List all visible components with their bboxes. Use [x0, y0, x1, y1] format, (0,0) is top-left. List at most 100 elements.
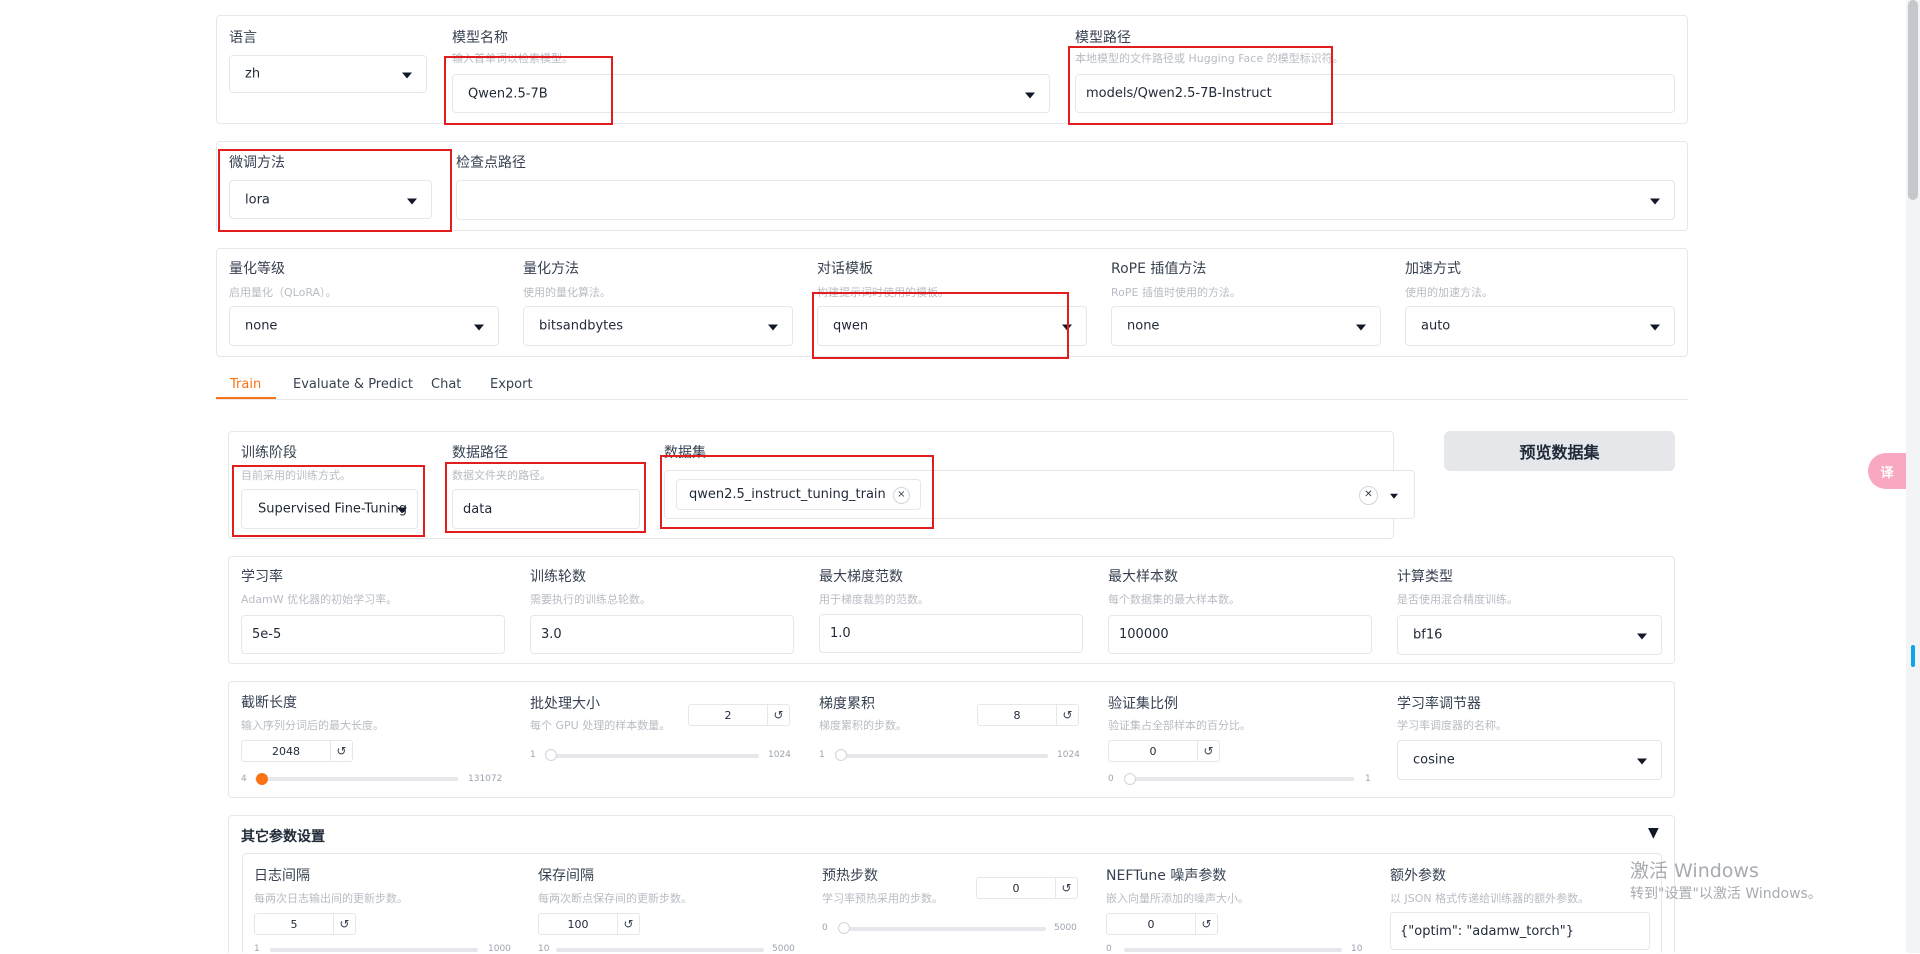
preview-dataset-button[interactable]: 预览数据集: [1444, 431, 1675, 471]
neftune-number-input[interactable]: 0: [1106, 913, 1196, 935]
stage-label: 训练阶段: [241, 445, 297, 461]
translate-float-button[interactable]: 译: [1868, 453, 1906, 489]
other-params-title[interactable]: 其它参数设置: [241, 826, 325, 846]
save-steps-number-input[interactable]: 100: [538, 913, 618, 935]
extra-args-hint: 以 JSON 格式传递给训练器的额外参数。: [1390, 892, 1590, 905]
model-path-label: 模型路径: [1075, 30, 1131, 46]
activation-watermark-title: 激活 Windows: [1630, 860, 1759, 882]
template-label: 对话模板: [817, 261, 873, 277]
scrollbar-thumb[interactable]: [1908, 0, 1918, 200]
batch-size-min: 1: [530, 750, 536, 760]
val-size-number-input[interactable]: 0: [1108, 740, 1198, 762]
batch-size-hint: 每个 GPU 处理的样本数量。: [530, 719, 671, 732]
chevron-down-icon: [1356, 324, 1366, 331]
cutoff-len-min: 4: [241, 774, 247, 784]
batch-size-slider-track[interactable]: [547, 754, 759, 758]
save-steps-slider-track[interactable]: [556, 948, 764, 952]
annotation-box-dataset-dir: [445, 462, 646, 533]
lr-scheduler-dropdown[interactable]: cosine: [1397, 740, 1662, 780]
quant-level-dropdown[interactable]: none: [229, 306, 499, 346]
chevron-down-icon: [1650, 324, 1660, 331]
extra-args-label: 额外参数: [1390, 868, 1446, 884]
reset-icon[interactable]: ↺: [1198, 740, 1220, 762]
reset-icon[interactable]: ↺: [1056, 877, 1078, 899]
logging-steps-label: 日志间隔: [254, 868, 310, 884]
rope-dropdown[interactable]: none: [1111, 306, 1381, 346]
booster-value: auto: [1421, 318, 1451, 334]
warmup-steps-slider-track[interactable]: [838, 927, 1046, 931]
translate-icon: 译: [1880, 465, 1894, 481]
max-grad-norm-value: 1.0: [830, 626, 851, 641]
batch-size-number-input[interactable]: 2: [688, 704, 768, 726]
checkpoint-dropdown[interactable]: [456, 180, 1675, 220]
cutoff-len-number-input[interactable]: 2048: [241, 740, 331, 762]
max-samples-input[interactable]: 100000: [1108, 615, 1372, 654]
language-dropdown[interactable]: zh: [229, 55, 427, 93]
clear-icon[interactable]: ✕: [1359, 486, 1378, 505]
reset-icon[interactable]: ↺: [768, 704, 790, 726]
epochs-input[interactable]: 3.0: [530, 615, 794, 654]
quant-level-hint: 启用量化（QLoRA）。: [229, 286, 337, 299]
tab-chat[interactable]: Chat: [431, 377, 461, 392]
booster-dropdown[interactable]: auto: [1405, 306, 1675, 346]
max-samples-hint: 每个数据集的最大样本数。: [1108, 593, 1240, 606]
compute-type-label: 计算类型: [1397, 569, 1453, 585]
booster-label: 加速方式: [1405, 261, 1461, 277]
reset-icon[interactable]: ↺: [331, 740, 353, 762]
grad-accum-label: 梯度累积: [819, 696, 875, 712]
logging-steps-number-input[interactable]: 5: [254, 913, 334, 935]
cutoff-len-max: 131072: [468, 774, 503, 784]
neftune-slider-track[interactable]: [1124, 948, 1342, 952]
accordion-toggle-icon[interactable]: ▼: [1648, 825, 1659, 841]
warmup-steps-number-input[interactable]: 0: [976, 877, 1056, 899]
quant-method-dropdown[interactable]: bitsandbytes: [523, 306, 793, 346]
reset-icon[interactable]: ↺: [1196, 913, 1218, 935]
grad-accum-max: 1024: [1057, 750, 1080, 760]
neftune-hint: 嵌入向量所添加的噪声大小。: [1106, 892, 1249, 905]
quant-method-value: bitsandbytes: [539, 318, 624, 334]
warmup-steps-label: 预热步数: [822, 868, 878, 884]
extra-args-input[interactable]: {"optim": "adamw_torch"}: [1390, 912, 1650, 950]
quant-method-hint: 使用的量化算法。: [523, 286, 611, 299]
cutoff-len-label: 截断长度: [241, 695, 297, 711]
val-size-slider-thumb[interactable]: [1124, 773, 1136, 785]
save-steps-label: 保存间隔: [538, 868, 594, 884]
grad-accum-number-input[interactable]: 8: [977, 704, 1057, 726]
cutoff-len-slider-track[interactable]: [255, 777, 458, 781]
dataset-dir-label: 数据路径: [452, 445, 508, 461]
reset-icon[interactable]: ↺: [1057, 704, 1079, 726]
warmup-steps-slider-thumb[interactable]: [838, 922, 850, 934]
language-value: zh: [245, 66, 261, 82]
warmup-steps-hint: 学习率预热采用的步数。: [822, 892, 943, 905]
tabs-divider: [216, 399, 1688, 400]
grad-accum-slider-track[interactable]: [836, 754, 1048, 758]
tab-train-underline: [216, 397, 276, 399]
tab-train[interactable]: Train: [230, 377, 261, 392]
tab-evaluate-predict[interactable]: Evaluate & Predict: [293, 377, 413, 392]
chevron-down-icon: [1025, 92, 1035, 98]
compute-type-value: bf16: [1413, 627, 1443, 643]
reset-icon[interactable]: ↺: [618, 913, 640, 935]
logging-steps-slider-track[interactable]: [270, 948, 478, 952]
epochs-value: 3.0: [541, 627, 562, 642]
tab-export[interactable]: Export: [490, 377, 533, 392]
max-samples-label: 最大样本数: [1108, 569, 1178, 585]
chevron-down-icon: [402, 72, 412, 79]
quant-method-label: 量化方法: [523, 261, 579, 277]
max-grad-norm-input[interactable]: 1.0: [819, 614, 1083, 653]
annotation-box-stage: [232, 465, 425, 537]
compute-type-dropdown[interactable]: bf16: [1397, 615, 1662, 655]
checkpoint-label: 检查点路径: [456, 155, 526, 171]
learning-rate-hint: AdamW 优化器的初始学习率。: [241, 593, 398, 606]
chevron-down-icon: [1650, 198, 1660, 205]
val-size-slider-track[interactable]: [1126, 777, 1354, 781]
reset-icon[interactable]: ↺: [334, 913, 356, 935]
val-size-min: 0: [1108, 774, 1114, 784]
learning-rate-input[interactable]: 5e-5: [241, 615, 505, 654]
learning-rate-label: 学习率: [241, 569, 283, 585]
booster-hint: 使用的加速方法。: [1405, 286, 1493, 299]
model-name-label: 模型名称: [452, 30, 508, 46]
cutoff-len-hint: 输入序列分词后的最大长度。: [241, 719, 384, 732]
save-steps-hint: 每两次断点保存间的更新步数。: [538, 892, 692, 905]
chevron-down-icon: [474, 324, 484, 331]
